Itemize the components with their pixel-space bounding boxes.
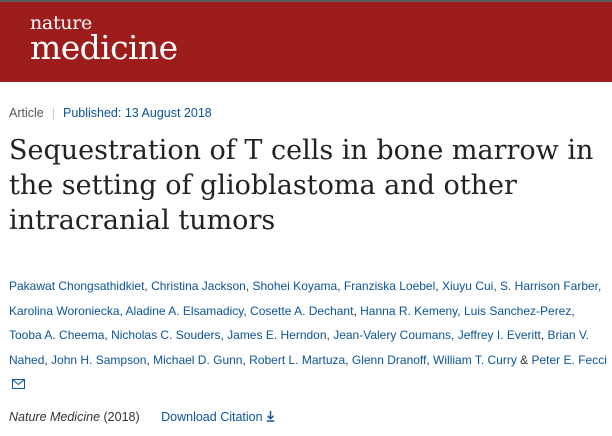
author-separator: , [337, 279, 344, 293]
site-header: nature medicine [0, 2, 612, 82]
published-date: 13 August 2018 [124, 106, 212, 120]
author-link[interactable]: Nicholas C. Souders [111, 328, 220, 342]
logo-medicine: medicine [30, 28, 178, 67]
author-link[interactable]: Xiuyu Cui [442, 279, 493, 293]
author-link[interactable]: Shohei Koyama [252, 279, 337, 293]
author-link[interactable]: William T. Curry [433, 353, 517, 367]
author-link[interactable]: Jean-Valery Coumans [333, 328, 451, 342]
meta-divider: | [51, 106, 55, 120]
download-citation-label: Download Citation [161, 410, 263, 424]
author-link[interactable]: Michael D. Gunn [153, 353, 242, 367]
author-separator: , [457, 303, 464, 318]
author-link[interactable]: Cosette A. Dechant [250, 304, 353, 318]
published-label: Published: [62, 106, 122, 120]
article-meta: Article | Published: 13 August 2018 [9, 106, 212, 120]
author-separator: , [598, 279, 602, 293]
author-link[interactable]: Glenn Dranoff [352, 353, 427, 367]
author-separator: , [571, 303, 575, 318]
citation-line: Nature Medicine (2018) Download Citation [9, 410, 275, 424]
author-separator: , [493, 279, 500, 293]
author-link[interactable]: Peter E. Fecci [532, 353, 607, 367]
author-link[interactable]: Luis Sanchez-Perez [464, 304, 571, 318]
download-citation-link[interactable]: Download Citation [161, 410, 274, 424]
journal-logo[interactable]: nature medicine [30, 14, 178, 67]
author-link[interactable]: Pakawat Chongsathidkiet [9, 279, 144, 293]
citation-journal: Nature Medicine [9, 410, 101, 424]
author-separator: , [435, 279, 442, 293]
article-type: Article [9, 106, 44, 120]
author-link[interactable]: Christina Jackson [151, 279, 246, 293]
author-list: Pakawat Chongsathidkiet, Christina Jacks… [9, 274, 609, 397]
author-link[interactable]: James E. Herndon [227, 328, 326, 342]
author-link[interactable]: Karolina Woroniecka [9, 304, 120, 318]
citation-year: (2018) [103, 410, 140, 424]
download-arrow-icon [266, 411, 274, 422]
author-link[interactable]: Tooba A. Cheema [9, 328, 104, 342]
author-separator: , [451, 328, 458, 342]
author-link[interactable]: Jeffrey I. Everitt [458, 328, 541, 342]
author-separator: & [516, 352, 532, 367]
author-separator: , [345, 352, 352, 367]
author-link[interactable]: John H. Sampson [51, 353, 146, 367]
envelope-icon[interactable] [12, 379, 25, 389]
author-link[interactable]: Aladine A. Elsamadicy [126, 304, 244, 318]
author-link[interactable]: Franziska Loebel [344, 279, 435, 293]
author-separator: , [540, 328, 548, 342]
author-link[interactable]: Hanna R. Kemeny [360, 304, 457, 318]
author-link[interactable]: S. Harrison Farber [500, 279, 598, 293]
author-link[interactable]: Robert L. Martuza [249, 353, 345, 367]
article-title: Sequestration of T cells in bone marrow … [9, 135, 594, 236]
